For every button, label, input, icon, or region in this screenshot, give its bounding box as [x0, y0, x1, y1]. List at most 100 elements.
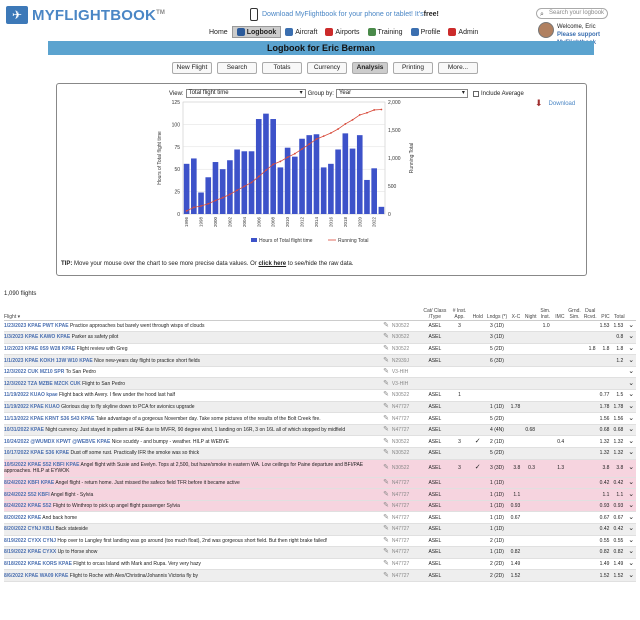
edit-pencil-icon[interactable]: ✎ — [383, 322, 389, 329]
tail-number[interactable]: N30522 — [392, 323, 410, 329]
nav-item-training[interactable]: Training — [364, 26, 407, 38]
expand-chevron-icon[interactable]: ⌄ — [626, 354, 636, 367]
flight-date[interactable]: 1/1/2023 — [4, 358, 23, 364]
table-row[interactable]: 11/13/2022 KPAE KRNT S36 S43 KPAE Take a… — [4, 412, 636, 425]
tail-number[interactable]: N47727 — [392, 526, 410, 532]
expand-chevron-icon[interactable]: ⌄ — [626, 477, 636, 490]
tail-number[interactable]: N47727 — [392, 503, 410, 509]
table-row[interactable]: 10/5/2022 KPAE S52 KBFI KPAE Angel fligh… — [4, 459, 636, 478]
nav-item-airports[interactable]: Airports — [321, 26, 363, 38]
flight-date[interactable]: 8/6/2022 — [4, 573, 23, 579]
edit-pencil-icon[interactable]: ✎ — [383, 380, 389, 387]
flight-date[interactable]: 10/24/2022 — [4, 439, 29, 445]
search-input[interactable]: ⌕ Search your logbook — [536, 8, 608, 19]
table-row[interactable]: 11/19/2022 KUAO kpae Flight back with Av… — [4, 389, 636, 402]
col-landings[interactable]: Lndgs (*) — [485, 296, 509, 321]
flight-date[interactable]: 8/18/2022 — [4, 561, 26, 567]
table-row[interactable]: 12/3/2022 TZA MZBE MZCK CUK Flight to Sa… — [4, 377, 636, 391]
edit-pencil-icon[interactable]: ✎ — [383, 572, 389, 579]
nav-item-home[interactable]: Home — [205, 26, 232, 38]
table-row[interactable]: 1/3/2023 KPAE KAWO KPAE Parker as safety… — [4, 331, 636, 344]
tail-number[interactable]: N2939J — [392, 358, 409, 364]
expand-chevron-icon[interactable]: ⌄ — [626, 535, 636, 548]
tab-printing[interactable]: Printing — [393, 62, 433, 74]
table-row[interactable]: 11/19/2022 KPAE KUAO Glorious day to fly… — [4, 401, 636, 414]
tail-number[interactable]: N47727 — [392, 573, 410, 579]
flight-date[interactable]: 10/31/2022 — [4, 427, 29, 433]
flight-date[interactable]: 8/24/2022 — [4, 503, 26, 509]
flight-date[interactable]: 11/19/2022 — [4, 392, 29, 398]
tab-currency[interactable]: Currency — [307, 62, 347, 74]
expand-chevron-icon[interactable]: ⌄ — [626, 343, 636, 356]
tail-number[interactable]: N30522 — [392, 392, 410, 398]
expand-chevron-icon[interactable]: ⌄ — [626, 377, 636, 391]
col-sim-inst[interactable]: Sim. Inst. — [538, 296, 553, 321]
edit-pencil-icon[interactable]: ✎ — [383, 333, 389, 340]
tail-number[interactable]: N47727 — [392, 480, 410, 486]
edit-pencil-icon[interactable]: ✎ — [383, 415, 389, 422]
expand-chevron-icon[interactable]: ⌄ — [626, 424, 636, 437]
tail-number[interactable]: N30522 — [392, 439, 410, 445]
download-link[interactable]: ⬇ Download — [535, 98, 575, 109]
table-row[interactable]: 8/18/2022 KPAE KORS KPAE Flight to orcas… — [4, 558, 636, 571]
flight-date[interactable]: 8/20/2022 — [4, 526, 26, 532]
table-row[interactable]: 8/24/2022 KPAE S52 Flight to Winthrop to… — [4, 500, 636, 513]
edit-pencil-icon[interactable]: ✎ — [383, 449, 389, 456]
raw-data-link[interactable]: click here — [258, 261, 286, 267]
tail-number[interactable]: N47727 — [392, 492, 410, 498]
col-cat-class[interactable]: Cat/ Class /Type — [420, 296, 450, 321]
expand-chevron-icon[interactable]: ⌄ — [626, 331, 636, 344]
expand-chevron-icon[interactable]: ⌄ — [626, 546, 636, 559]
expand-chevron-icon[interactable]: ⌄ — [626, 500, 636, 513]
table-row[interactable]: 1/2/2023 KPAE 0S9 W28 KPAE Flight review… — [4, 343, 636, 356]
edit-pencil-icon[interactable]: ✎ — [383, 464, 389, 471]
table-row[interactable]: 8/24/2022 KBFI KPAE Angel flight - retur… — [4, 477, 636, 490]
expand-chevron-icon[interactable]: ⌄ — [626, 459, 636, 478]
expand-chevron-icon[interactable]: ⌄ — [626, 401, 636, 414]
edit-pencil-icon[interactable]: ✎ — [383, 403, 389, 410]
table-row[interactable]: 10/24/2022 @WUMDX KPWT @WEBVE KPAE Nice … — [4, 435, 636, 449]
tab-analysis[interactable]: Analysis — [352, 62, 388, 74]
expand-chevron-icon[interactable]: ⌄ — [626, 320, 636, 333]
tail-number[interactable]: N47727 — [392, 416, 410, 422]
tab-newflight[interactable]: New Flight — [172, 62, 212, 74]
tab-totals[interactable]: Totals — [262, 62, 302, 74]
edit-pencil-icon[interactable]: ✎ — [383, 479, 389, 486]
flight-date[interactable]: 10/17/2022 — [4, 450, 29, 456]
tail-number[interactable]: N47727 — [392, 404, 410, 410]
edit-pencil-icon[interactable]: ✎ — [383, 502, 389, 509]
tail-number[interactable]: N47727 — [392, 427, 410, 433]
edit-pencil-icon[interactable]: ✎ — [383, 368, 389, 375]
expand-chevron-icon[interactable]: ⌄ — [626, 511, 636, 524]
tail-number[interactable]: V3-HIH — [392, 381, 408, 387]
edit-pencil-icon[interactable]: ✎ — [383, 537, 389, 544]
include-average-checkbox[interactable] — [472, 90, 479, 97]
tail-number[interactable]: N30522 — [392, 334, 410, 340]
flight-date[interactable]: 11/13/2022 — [4, 416, 29, 422]
expand-chevron-icon[interactable]: ⌄ — [626, 412, 636, 425]
flight-date[interactable]: 11/19/2022 — [4, 404, 29, 410]
flight-time-chart[interactable]: 0 25 50 75 100 125 0 500 1,000 1,500 2,000 1996 1998… — [137, 96, 437, 256]
col-flight[interactable]: Flight ▾ — [4, 296, 381, 321]
tail-number[interactable]: N47727 — [392, 538, 410, 544]
tail-number[interactable]: N30522 — [392, 450, 410, 456]
edit-pencil-icon[interactable]: ✎ — [383, 525, 389, 532]
expand-chevron-icon[interactable]: ⌄ — [626, 558, 636, 571]
tail-number[interactable]: N47727 — [392, 561, 410, 567]
nav-item-profile[interactable]: Profile — [407, 26, 445, 38]
col-dual[interactable]: Dual Rcvd. — [581, 296, 599, 321]
expand-chevron-icon[interactable]: ⌄ — [626, 569, 636, 582]
nav-item-aircraft[interactable]: Aircraft — [281, 26, 321, 38]
expand-chevron-icon[interactable]: ⌄ — [626, 389, 636, 402]
edit-pencil-icon[interactable]: ✎ — [383, 548, 389, 555]
edit-pencil-icon[interactable]: ✎ — [383, 345, 389, 352]
site-logo[interactable]: ✈ MYFLIGHTBOOKTM — [6, 6, 165, 24]
col-pic[interactable]: PIC — [598, 296, 613, 321]
table-row[interactable]: 12/3/2022 CUK MZ10 SPR To San Pedro ✎ V3-H… — [4, 366, 636, 379]
flight-date[interactable]: 8/24/2022 — [4, 492, 26, 498]
flight-date[interactable]: 1/23/2023 — [4, 323, 26, 329]
table-row[interactable]: 8/19/2022 KPAE CYXX Up to Horse show ✎ N47… — [4, 546, 636, 559]
tail-number[interactable]: N30522 — [392, 465, 410, 471]
edit-pencil-icon[interactable]: ✎ — [383, 560, 389, 567]
table-row[interactable]: 8/6/2022 KPAE WA09 KPAE Flight to Roche … — [4, 569, 636, 582]
